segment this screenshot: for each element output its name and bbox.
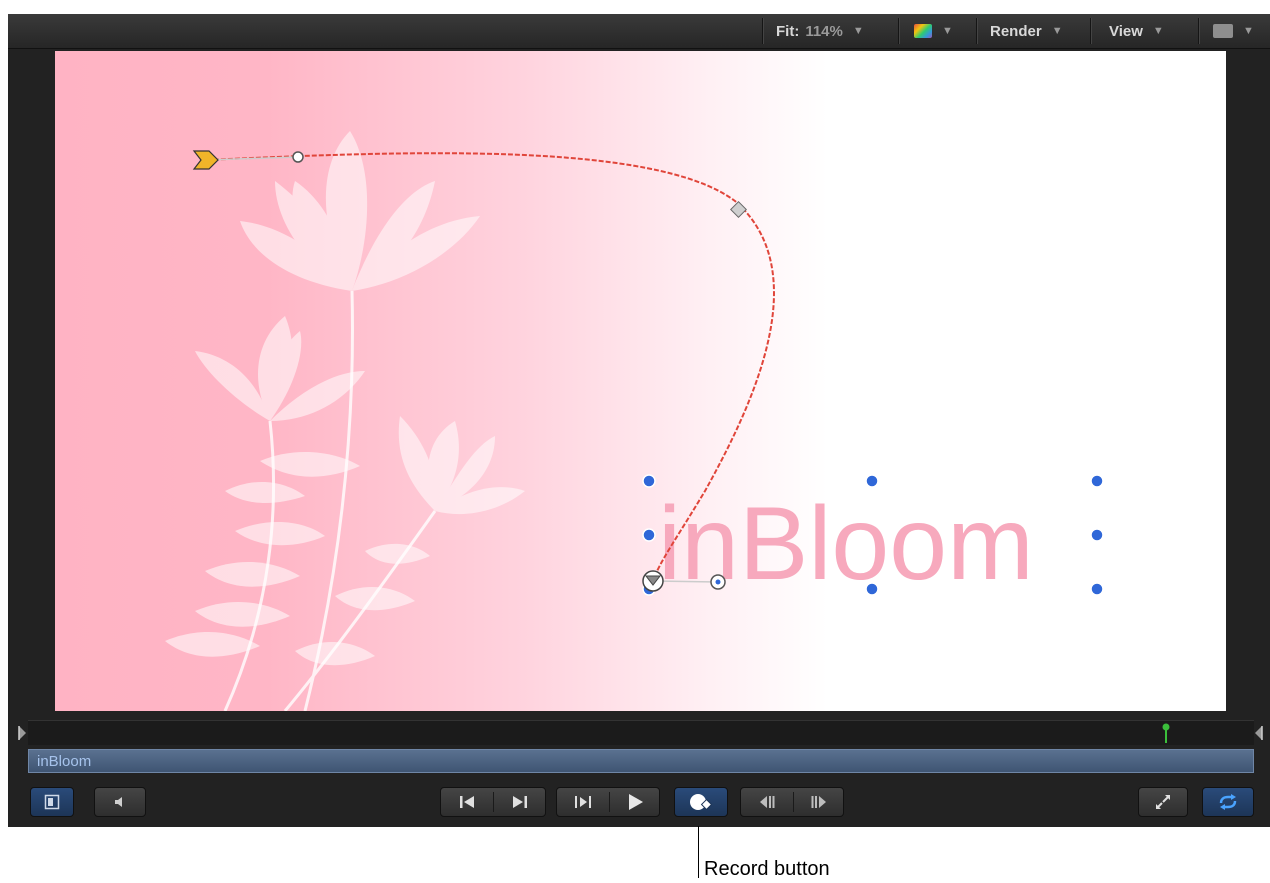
fullscreen-icon <box>1156 795 1170 809</box>
view-menu[interactable]: View ▼ <box>1109 14 1164 48</box>
flower-illustration <box>165 131 525 666</box>
go-to-start-button[interactable] <box>441 788 493 816</box>
playhead-icon <box>1162 723 1170 731</box>
color-channels-icon <box>914 24 932 38</box>
clip-bar[interactable]: inBloom <box>28 749 1254 773</box>
canvas-window: Fit: 114% ▼ ▼ Render ▼ View ▼ ▼ inBloom … <box>8 14 1270 827</box>
render-menu[interactable]: Render ▼ <box>990 14 1063 48</box>
callout-label: Record button <box>704 858 830 880</box>
canvas-artwork: inBloom <box>165 131 1104 711</box>
canvas-viewer[interactable]: inBloom <box>55 51 1226 711</box>
audio-icon <box>115 797 122 807</box>
play-range-toggle-button[interactable] <box>30 787 74 817</box>
record-icon <box>690 794 713 811</box>
previous-frame-icon <box>760 796 775 808</box>
loop-icon <box>1219 794 1237 810</box>
play-button[interactable] <box>610 788 660 816</box>
transport-controls <box>8 779 1270 827</box>
overlay-menu[interactable]: ▼ <box>1213 14 1254 48</box>
record-button[interactable] <box>674 787 728 817</box>
out-point-marker[interactable] <box>1252 724 1266 742</box>
path-start-marker[interactable] <box>192 150 219 170</box>
play-from-start-button[interactable] <box>557 788 609 816</box>
fit-label: Fit: <box>776 22 800 40</box>
start-end-group <box>440 787 546 817</box>
play-from-start-icon <box>575 796 591 808</box>
view-label: View <box>1109 22 1143 40</box>
keyframe-marker[interactable] <box>730 201 747 218</box>
chevron-down-icon: ▼ <box>852 25 864 37</box>
go-to-start-icon <box>460 796 474 808</box>
handle-dot <box>715 579 721 585</box>
chevron-down-icon: ▼ <box>1152 25 1164 37</box>
fullscreen-button[interactable] <box>1138 787 1188 817</box>
in-point-marker[interactable] <box>16 724 30 742</box>
loop-button[interactable] <box>1202 787 1254 817</box>
clip-name: inBloom <box>37 753 92 770</box>
bezier-handle-point[interactable] <box>292 151 304 163</box>
mini-timeline-ruler[interactable] <box>28 720 1254 745</box>
play-icon <box>629 794 643 810</box>
fit-value: 114% <box>805 22 843 40</box>
callout-line <box>698 826 699 878</box>
play-range-toggle-icon <box>44 794 60 810</box>
previous-frame-button[interactable] <box>741 788 793 816</box>
audio-button[interactable] <box>94 787 146 817</box>
play-group <box>556 787 660 817</box>
overlay-icon <box>1213 24 1233 38</box>
frame-step-group <box>740 787 844 817</box>
color-channels-menu[interactable]: ▼ <box>914 14 953 48</box>
fit-zoom-menu[interactable]: Fit: 114% ▼ <box>776 14 864 48</box>
chevron-down-icon: ▼ <box>1051 25 1063 37</box>
chevron-down-icon: ▼ <box>1243 25 1254 37</box>
next-frame-button[interactable] <box>794 788 844 816</box>
render-label: Render <box>990 22 1042 40</box>
chevron-down-icon: ▼ <box>942 25 953 37</box>
go-to-end-button[interactable] <box>494 788 546 816</box>
next-frame-icon <box>811 796 826 808</box>
canvas-toolbar: Fit: 114% ▼ ▼ Render ▼ View ▼ ▼ <box>8 14 1270 49</box>
go-to-end-icon <box>513 796 527 808</box>
